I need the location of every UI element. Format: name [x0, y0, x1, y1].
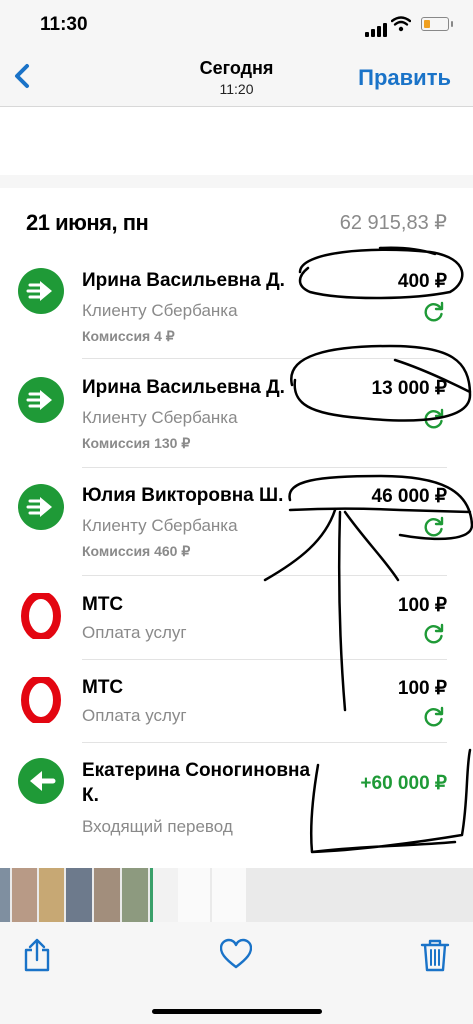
share-icon[interactable]: [21, 938, 53, 972]
transaction-row[interactable]: Екатерина Соногиновна К. +60 000 ₽ Входя…: [0, 743, 473, 853]
trash-icon[interactable]: [419, 938, 451, 972]
photo-thumbnail[interactable]: [122, 868, 148, 922]
photo-thumbnail[interactable]: [212, 868, 246, 922]
transaction-type: Оплата услуг: [82, 623, 187, 642]
battery-icon: [421, 17, 453, 31]
repeat-icon[interactable]: [423, 515, 445, 537]
day-balance: 62 915,83 ₽: [339, 212, 447, 234]
mts-logo-icon: [18, 593, 64, 639]
bottom-toolbar: [0, 922, 473, 1024]
transaction-amount: 46 000 ₽: [371, 486, 447, 507]
wifi-icon: [391, 16, 411, 32]
photo-thumbnail-strip[interactable]: [0, 868, 473, 922]
nav-bar: Сегодня 11:20 Править: [0, 50, 473, 107]
transaction-name: Юлия Викторовна Ш.: [82, 485, 284, 506]
home-indicator: [152, 1009, 322, 1014]
transaction-type: Входящий перевод: [82, 817, 233, 836]
transaction-type: Клиенту Сбербанка: [82, 301, 238, 320]
transaction-amount: 13 000 ₽: [371, 378, 447, 399]
photo-thumbnail[interactable]: [12, 868, 37, 922]
transaction-row[interactable]: Ирина Васильевна Д. 400 ₽ Клиенту Сберба…: [0, 244, 473, 359]
transaction-name: МТС: [82, 594, 124, 615]
transaction-name: Ирина Васильевна Д.: [82, 270, 285, 291]
photo-thumbnail[interactable]: [0, 868, 10, 922]
transaction-name: МТС: [82, 677, 124, 698]
transaction-type: Клиенту Сбербанка: [82, 516, 238, 535]
photo-thumbnail[interactable]: [39, 868, 64, 922]
status-time: 11:30: [40, 14, 88, 35]
transfer-out-icon: [18, 268, 64, 314]
repeat-icon[interactable]: [423, 622, 445, 644]
day-date: 21 июня, пн: [26, 210, 149, 235]
photo-thumbnail[interactable]: [178, 868, 210, 922]
transfer-out-icon: [18, 484, 64, 530]
repeat-icon[interactable]: [423, 407, 445, 429]
transaction-row[interactable]: Юлия Викторовна Ш. 46 000 ₽ Клиенту Сбер…: [0, 468, 473, 576]
transaction-fee: Комиссия 4 ₽: [82, 328, 175, 344]
transaction-row[interactable]: МТС 100 ₽ Оплата услуг: [0, 660, 473, 743]
transaction-name-line2: К.: [82, 785, 99, 806]
transaction-fee: Комиссия 130 ₽: [82, 435, 191, 451]
transaction-amount: 400 ₽: [397, 271, 447, 292]
transaction-row[interactable]: Ирина Васильевна Д. 13 000 ₽ Клиенту Сбе…: [0, 359, 473, 468]
heart-icon[interactable]: [220, 938, 252, 972]
transaction-amount: 100 ₽: [397, 678, 447, 699]
transaction-name: Ирина Васильевна Д.: [82, 377, 285, 398]
repeat-icon[interactable]: [423, 300, 445, 322]
transactions-card: 21 июня, пн 62 915,83 ₽ Ирина Васильевна…: [0, 188, 473, 868]
photo-thumbnail[interactable]: [150, 868, 179, 922]
mts-logo-icon: [18, 677, 64, 723]
photo-thumbnail[interactable]: [94, 868, 120, 922]
transaction-type: Клиенту Сбербанка: [82, 408, 238, 427]
photo-thumbnail[interactable]: [66, 868, 92, 922]
transaction-name: Екатерина Соногиновна: [82, 760, 311, 781]
repeat-icon[interactable]: [423, 705, 445, 727]
transaction-amount: +60 000 ₽: [360, 773, 447, 794]
edit-button[interactable]: Править: [358, 65, 451, 91]
signal-icon: [365, 19, 389, 37]
transfer-out-icon: [18, 377, 64, 423]
screenshot-preview-area: [0, 107, 473, 175]
transaction-amount: 100 ₽: [397, 595, 447, 616]
transaction-type: Оплата услуг: [82, 706, 187, 725]
status-bar: 11:30: [0, 0, 473, 50]
transaction-row[interactable]: МТС 100 ₽ Оплата услуг: [0, 576, 473, 660]
transfer-in-icon: [18, 758, 64, 804]
transaction-fee: Комиссия 460 ₽: [82, 543, 191, 559]
